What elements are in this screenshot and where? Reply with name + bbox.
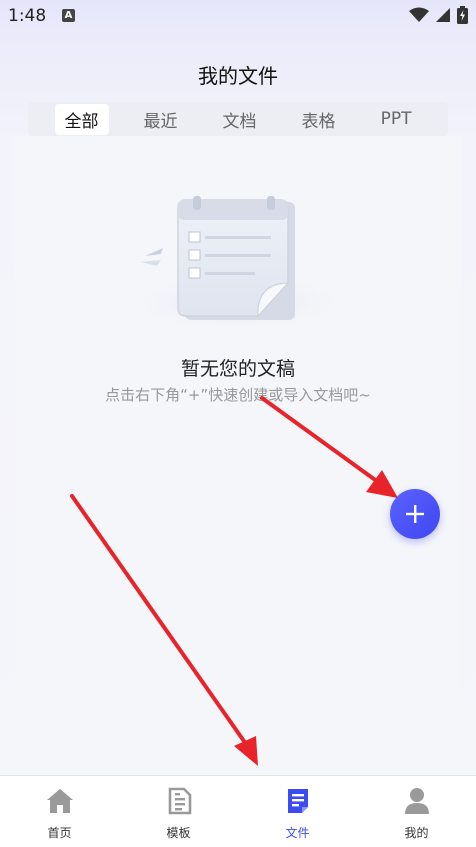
person-icon bbox=[404, 788, 429, 814]
empty-state-hint: 点击右下角“+”快速创建或导入文档吧~ bbox=[105, 386, 371, 404]
notification-a-icon: A bbox=[62, 9, 75, 22]
home-icon bbox=[46, 789, 73, 813]
file-icon bbox=[287, 789, 308, 813]
empty-document-illustration bbox=[123, 196, 353, 333]
nav-home[interactable]: 首页 bbox=[0, 776, 119, 847]
status-bar: 1:48 A bbox=[0, 0, 476, 34]
tab-ppt[interactable]: PPT bbox=[371, 106, 422, 132]
tab-spreadsheets[interactable]: 表格 bbox=[292, 104, 346, 135]
tab-recent[interactable]: 最近 bbox=[134, 104, 188, 135]
nav-profile[interactable]: 我的 bbox=[357, 776, 476, 847]
wifi-icon bbox=[409, 7, 429, 22]
add-file-button[interactable] bbox=[390, 489, 440, 539]
nav-home-label: 首页 bbox=[47, 826, 72, 840]
status-time: 1:48 bbox=[8, 6, 47, 26]
nav-profile-label: 我的 bbox=[404, 826, 429, 840]
plus-icon bbox=[406, 505, 424, 523]
signal-icon bbox=[436, 8, 450, 22]
template-icon bbox=[168, 787, 191, 815]
status-icons bbox=[409, 6, 468, 24]
battery-icon bbox=[457, 6, 468, 24]
nav-files[interactable]: 文件 bbox=[238, 776, 357, 847]
tab-all[interactable]: 全部 bbox=[54, 103, 109, 135]
tab-documents[interactable]: 文档 bbox=[213, 104, 267, 135]
nav-templates[interactable]: 模板 bbox=[119, 776, 238, 847]
page-title: 我的文件 bbox=[198, 64, 278, 88]
file-list-area: 暂无您的文稿 点击右下角“+”快速创建或导入文档吧~ bbox=[15, 136, 461, 776]
nav-files-label: 文件 bbox=[285, 826, 310, 840]
empty-state-title: 暂无您的文稿 bbox=[180, 358, 295, 380]
filter-tabs: 全部 最近 文档 表格 PPT bbox=[28, 102, 448, 136]
nav-templates-label: 模板 bbox=[166, 826, 191, 840]
bottom-navigation: 首页 模板 文件 我的 bbox=[0, 775, 476, 847]
